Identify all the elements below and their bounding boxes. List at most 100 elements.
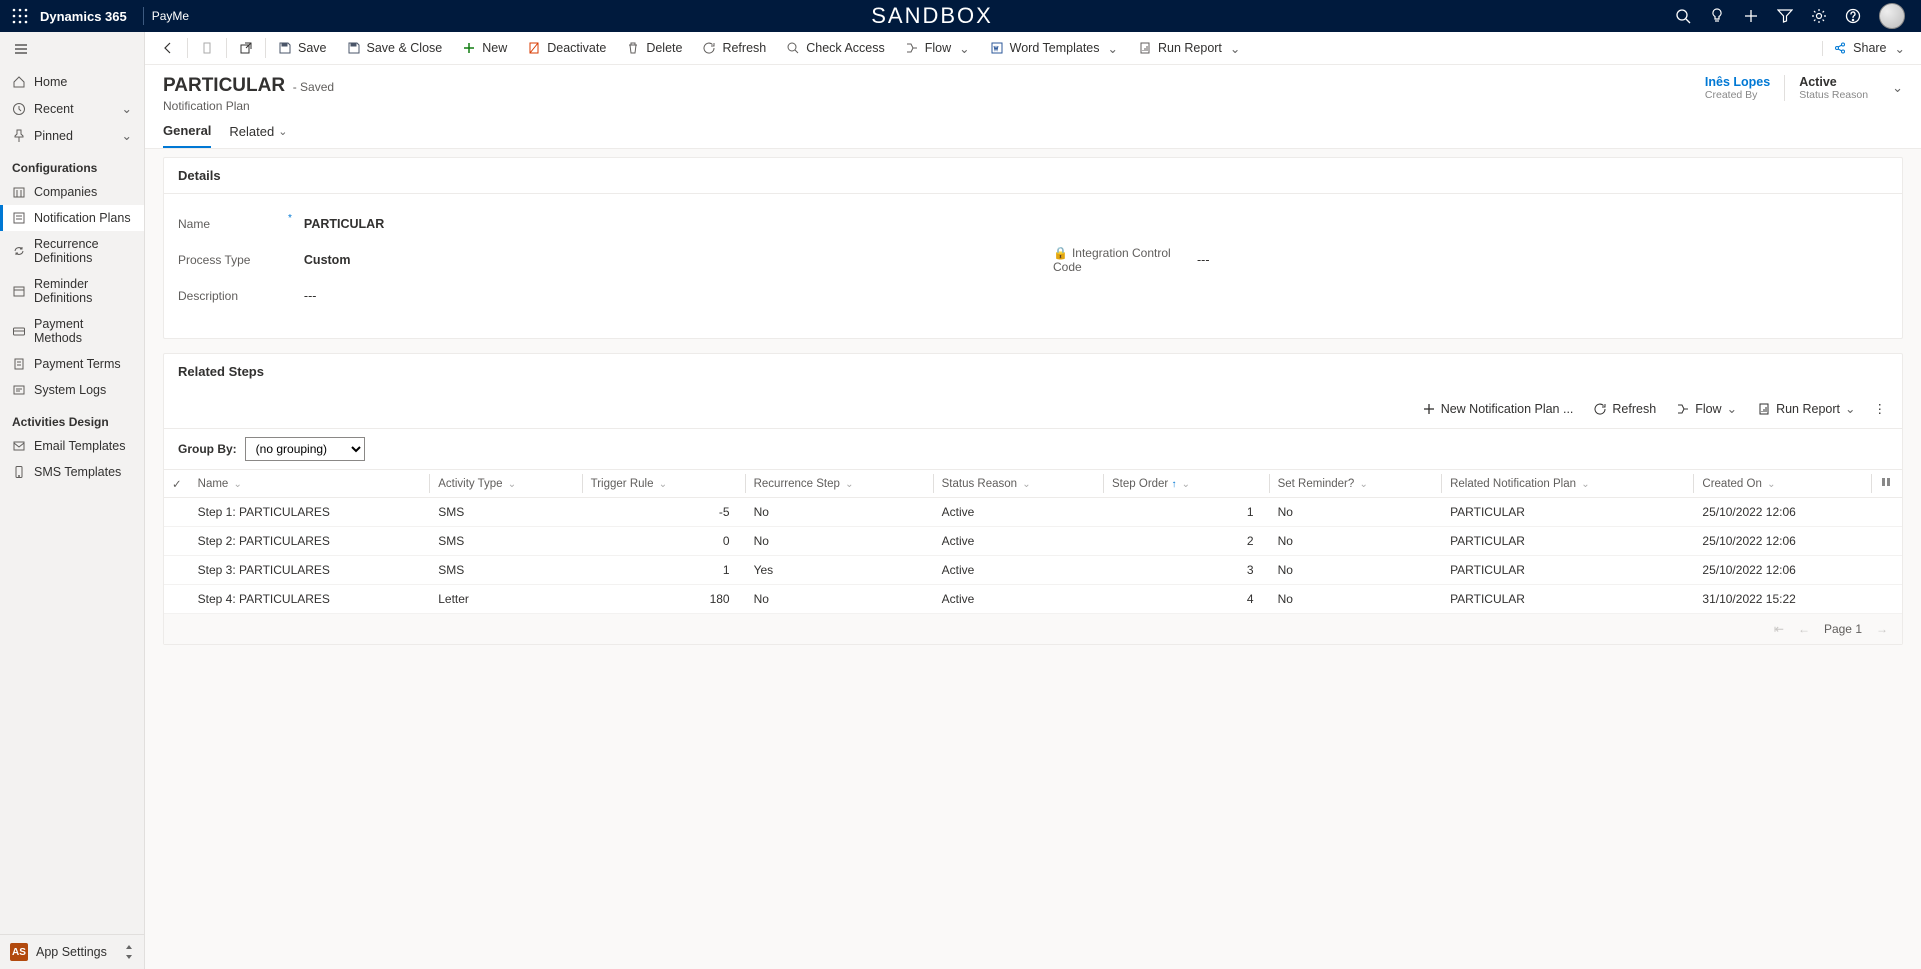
app-name[interactable]: PayMe — [152, 9, 189, 23]
created-by-value[interactable]: Inês Lopes — [1705, 75, 1770, 89]
top-navbar: Dynamics 365 PayMe SANDBOX — [0, 0, 1921, 32]
col-header-name[interactable]: Name ⌄ — [190, 470, 431, 498]
sidebar-item-system-logs[interactable]: System Logs — [0, 377, 144, 403]
groupby-label: Group By: — [178, 442, 237, 456]
process-type-label: Process Type — [178, 253, 288, 267]
sidebar-nav: Home Recent ⌄ Pinned ⌄ Configurations Co… — [0, 32, 145, 969]
created-by-label: Created By — [1705, 89, 1770, 101]
back-button[interactable] — [151, 32, 185, 64]
open-record-set-icon[interactable] — [190, 32, 224, 64]
integration-control-code-value: --- — [1193, 249, 1888, 271]
recurrence-label: Recurrence Definitions — [34, 237, 132, 265]
table-row[interactable]: Step 3: PARTICULARESSMS1YesActive3NoPART… — [164, 556, 1902, 585]
refresh-button[interactable]: Refresh — [692, 32, 776, 64]
select-all-checkbox[interactable]: ✓ — [164, 470, 190, 498]
col-header-created[interactable]: Created On ⌄ — [1694, 470, 1872, 498]
subgrid-refresh-button[interactable]: Refresh — [1585, 398, 1664, 420]
sidebar-item-email-templates[interactable]: Email Templates — [0, 433, 144, 459]
flow-button[interactable]: Flow⌄ — [895, 32, 980, 64]
record-title: PARTICULAR — [163, 75, 285, 96]
table-row[interactable]: Step 2: PARTICULARESSMS0NoActive2NoPARTI… — [164, 527, 1902, 556]
subgrid-flow-button[interactable]: Flow⌄ — [1668, 397, 1745, 420]
plus-icon[interactable] — [1743, 8, 1759, 24]
popout-button[interactable] — [229, 32, 263, 64]
app-settings-label: App Settings — [36, 945, 107, 959]
status-label: Status Reason — [1799, 89, 1868, 101]
col-header-plan[interactable]: Related Notification Plan ⌄ — [1442, 470, 1694, 498]
col-header-status[interactable]: Status Reason ⌄ — [934, 470, 1104, 498]
sidebar-item-pinned[interactable]: Pinned ⌄ — [0, 122, 144, 149]
sidebar-item-sms-templates[interactable]: SMS Templates — [0, 459, 144, 485]
groupby-select[interactable]: (no grouping) — [245, 437, 365, 461]
sidebar-toggle[interactable] — [0, 32, 144, 69]
related-steps-header: Related Steps — [164, 354, 1902, 389]
sidebar-item-home[interactable]: Home — [0, 69, 144, 95]
share-button[interactable]: Share⌄ — [1822, 41, 1915, 56]
details-section: Details Name * PARTICULAR Process Type — [163, 157, 1903, 339]
help-icon[interactable] — [1845, 8, 1861, 24]
command-bar: Save Save & Close New Deactivate Delete … — [145, 32, 1921, 65]
integration-control-code-label: 🔒Integration Control Code — [1053, 246, 1193, 274]
description-value[interactable]: --- — [300, 285, 1013, 307]
page-indicator: Page 1 — [1824, 622, 1862, 636]
sidebar-item-recent[interactable]: Recent ⌄ — [0, 95, 144, 122]
details-header: Details — [164, 158, 1902, 193]
new-button[interactable]: New — [452, 32, 517, 64]
pager-first[interactable]: ⇤ — [1774, 622, 1784, 636]
chevron-down-icon: ⌄ — [122, 128, 132, 143]
col-header-trigger[interactable]: Trigger Rule ⌄ — [583, 470, 746, 498]
lock-icon: 🔒 — [1053, 246, 1068, 260]
sidebar-item-payment-terms[interactable]: Payment Terms — [0, 351, 144, 377]
record-header: PARTICULAR - Saved Notification Plan Inê… — [145, 65, 1921, 113]
recent-label: Recent — [34, 102, 74, 116]
sidebar-item-notification-plans[interactable]: Notification Plans — [0, 205, 144, 231]
col-header-order[interactable]: Step Order ↑ ⌄ — [1104, 470, 1270, 498]
col-header-recurrence[interactable]: Recurrence Step ⌄ — [746, 470, 934, 498]
required-marker: * — [288, 213, 292, 224]
lightbulb-icon[interactable] — [1709, 8, 1725, 24]
search-icon[interactable] — [1675, 8, 1691, 24]
sidebar-item-payment-methods[interactable]: Payment Methods — [0, 311, 144, 351]
home-label: Home — [34, 75, 67, 89]
sidebar-item-companies[interactable]: Companies — [0, 179, 144, 205]
pager-next[interactable]: → — [1876, 622, 1888, 636]
subgrid-command-bar: New Notification Plan ... Refresh Flow⌄ … — [164, 389, 1902, 429]
col-spacer — [1872, 470, 1902, 498]
subgrid-run-report-button[interactable]: Run Report⌄ — [1749, 397, 1863, 420]
name-field-value[interactable]: PARTICULAR — [300, 213, 1013, 235]
table-row[interactable]: Step 4: PARTICULARESLetter180NoActive4No… — [164, 585, 1902, 614]
payment-terms-label: Payment Terms — [34, 357, 121, 371]
tab-general[interactable]: General — [163, 123, 211, 148]
main-content: Save Save & Close New Deactivate Delete … — [145, 32, 1921, 969]
pager-prev[interactable]: ← — [1798, 622, 1810, 636]
user-avatar[interactable] — [1879, 3, 1905, 29]
app-launcher-icon[interactable] — [12, 8, 28, 24]
header-expand-icon[interactable]: ⌄ — [1892, 80, 1903, 96]
filter-icon[interactable] — [1777, 8, 1793, 24]
save-button[interactable]: Save — [268, 32, 337, 64]
settings-icon[interactable] — [1811, 8, 1827, 24]
run-report-button[interactable]: Run Report⌄ — [1128, 32, 1250, 64]
new-notification-plan-button[interactable]: New Notification Plan ... — [1414, 398, 1582, 420]
related-steps-section: Related Steps New Notification Plan ... … — [163, 353, 1903, 645]
check-access-button[interactable]: Check Access — [776, 32, 895, 64]
reminder-label: Reminder Definitions — [34, 277, 132, 305]
delete-button[interactable]: Delete — [616, 32, 692, 64]
system-logs-label: System Logs — [34, 383, 106, 397]
save-close-button[interactable]: Save & Close — [337, 32, 453, 64]
notification-plans-label: Notification Plans — [34, 211, 131, 225]
brand-label[interactable]: Dynamics 365 — [40, 9, 127, 24]
process-type-value[interactable]: Custom — [300, 249, 1013, 271]
word-templates-button[interactable]: Word Templates⌄ — [980, 32, 1128, 64]
col-header-activity[interactable]: Activity Type ⌄ — [430, 470, 582, 498]
app-settings-selector[interactable]: AS App Settings — [0, 934, 144, 969]
subgrid-more-button[interactable]: ⋮ — [1868, 397, 1893, 420]
entity-name: Notification Plan — [163, 99, 334, 113]
deactivate-button[interactable]: Deactivate — [517, 32, 616, 64]
tab-related[interactable]: Related⌄ — [229, 123, 287, 148]
sidebar-item-reminder[interactable]: Reminder Definitions — [0, 271, 144, 311]
sidebar-item-recurrence[interactable]: Recurrence Definitions — [0, 231, 144, 271]
col-header-reminder[interactable]: Set Reminder? ⌄ — [1270, 470, 1442, 498]
table-row[interactable]: Step 1: PARTICULARESSMS-5NoActive1NoPART… — [164, 498, 1902, 527]
updown-icon — [124, 945, 134, 959]
